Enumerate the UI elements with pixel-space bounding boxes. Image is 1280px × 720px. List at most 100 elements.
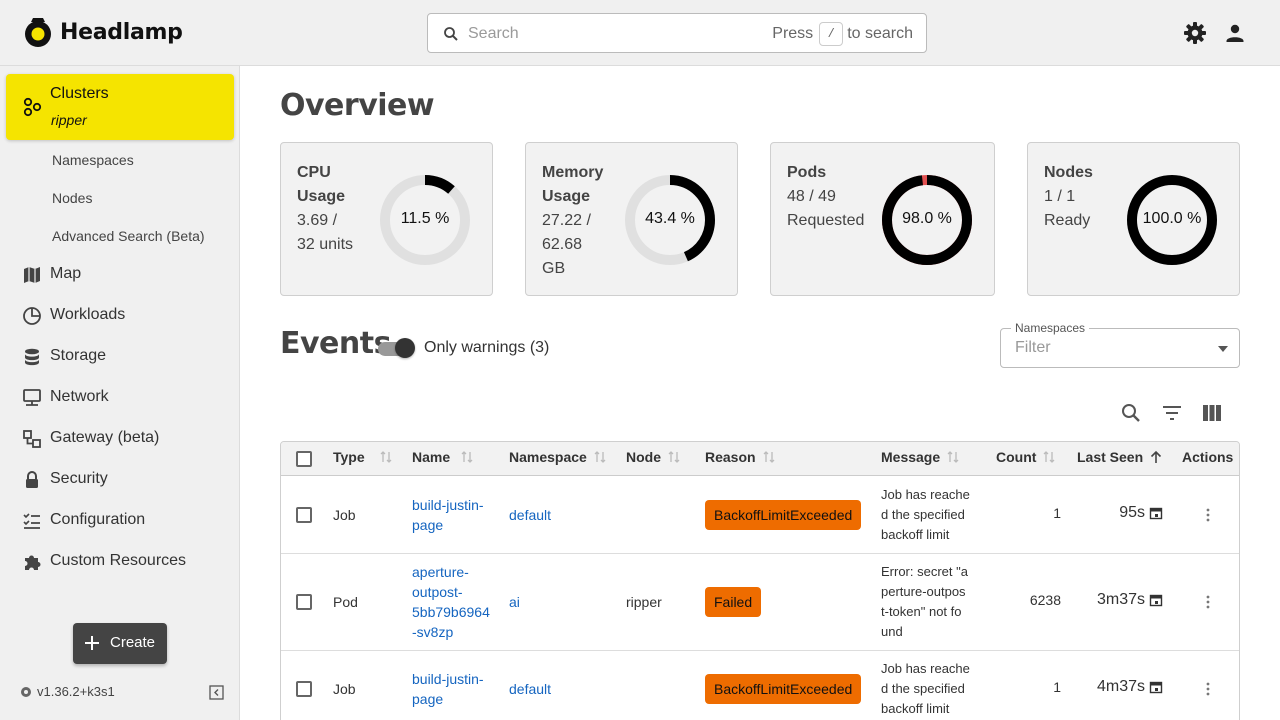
only-warnings-toggle[interactable] bbox=[378, 337, 416, 359]
table-row: Job build-justin- page default BackoffLi… bbox=[281, 477, 1239, 554]
event-count: 6238 bbox=[1029, 592, 1061, 608]
column-header-reason[interactable]: Reason bbox=[705, 449, 776, 465]
message-line: backoff limit bbox=[881, 527, 950, 542]
event-namespace-link[interactable]: ai bbox=[509, 592, 520, 612]
column-header-node[interactable]: Node bbox=[626, 449, 681, 465]
event-name-link[interactable]: build-justin- page bbox=[412, 495, 484, 535]
card-title-line: Pods bbox=[787, 164, 827, 181]
column-header-namespace[interactable]: Namespace bbox=[509, 449, 607, 465]
column-label: Last Seen bbox=[1077, 449, 1144, 465]
sidebar: Clusters ripper Namespaces Nodes Advance… bbox=[0, 66, 240, 720]
sort-icon bbox=[763, 451, 775, 463]
version-info: v1.36.2+k3s1 bbox=[20, 684, 115, 699]
column-header-name[interactable]: Name bbox=[412, 449, 474, 465]
column-header-count[interactable]: Count bbox=[996, 449, 1056, 465]
headlamp-logo-icon bbox=[25, 18, 51, 47]
event-name-link[interactable]: build-justin- page bbox=[412, 669, 484, 709]
card-title-line: Nodes bbox=[1044, 164, 1093, 181]
reason-badge: BackoffLimitExceeded bbox=[705, 674, 862, 704]
column-label: Reason bbox=[705, 449, 756, 465]
event-namespace-link[interactable]: default bbox=[509, 505, 551, 525]
select-all-checkbox[interactable] bbox=[296, 451, 312, 467]
sidebar-item-label: Configuration bbox=[50, 511, 146, 528]
reason-badge: Failed bbox=[705, 587, 762, 617]
map-icon bbox=[24, 267, 40, 283]
search-input[interactable] bbox=[468, 22, 758, 46]
column-header-last-seen[interactable]: Last Seen bbox=[1077, 449, 1163, 465]
gateway-icon bbox=[23, 430, 41, 448]
row-checkbox[interactable] bbox=[296, 594, 312, 610]
cluster-name: ripper bbox=[51, 112, 87, 128]
events-table: Type Name Namespace Node Reason Message … bbox=[280, 441, 1240, 720]
column-header-type[interactable]: Type bbox=[333, 449, 393, 465]
sidebar-item-configuration[interactable]: Configuration bbox=[0, 503, 238, 539]
sort-icon bbox=[1043, 451, 1055, 463]
app-name: Headlamp bbox=[60, 19, 183, 45]
name-line: page bbox=[412, 517, 444, 533]
column-header-message[interactable]: Message bbox=[881, 449, 960, 465]
cpu-usage-card: CPU Usage 3.69 / 32 units 11.5 % bbox=[280, 142, 493, 296]
sidebar-item-workloads[interactable]: Workloads bbox=[0, 298, 238, 334]
sidebar-item-namespaces[interactable]: Namespaces bbox=[52, 152, 134, 168]
column-label: Namespace bbox=[509, 449, 587, 465]
sidebar-item-security[interactable]: Security bbox=[0, 462, 238, 498]
sidebar-item-label: Network bbox=[50, 388, 109, 405]
row-checkbox[interactable] bbox=[296, 507, 312, 523]
columns-icon[interactable] bbox=[1200, 401, 1224, 425]
network-icon bbox=[23, 389, 41, 406]
row-actions-kebab-icon[interactable] bbox=[1200, 681, 1216, 697]
message-line: backoff limit bbox=[881, 701, 950, 716]
cpu-percent-label: 11.5 % bbox=[400, 210, 450, 227]
card-value: 3.69 / 32 units bbox=[297, 209, 353, 257]
column-header-actions: Actions bbox=[1182, 449, 1233, 465]
headlamp-logo[interactable]: Headlamp bbox=[24, 16, 183, 48]
card-title: Pods bbox=[787, 161, 826, 185]
main-content: Overview CPU Usage 3.69 / 32 units 11.5 … bbox=[240, 66, 1280, 720]
last-seen: 95s bbox=[1119, 504, 1163, 522]
reason-badge: BackoffLimitExceeded bbox=[705, 500, 862, 530]
column-label: Name bbox=[412, 449, 451, 465]
event-type: Job bbox=[333, 507, 356, 523]
sidebar-item-advanced-search[interactable]: Advanced Search (Beta) bbox=[52, 228, 205, 244]
sidebar-item-storage[interactable]: Storage bbox=[0, 339, 238, 375]
user-account-icon[interactable] bbox=[1223, 21, 1247, 45]
sidebar-item-network[interactable]: Network bbox=[0, 380, 238, 416]
sidebar-item-custom-resources[interactable]: Custom Resources bbox=[0, 544, 238, 580]
top-bar: Headlamp Press / to search bbox=[0, 0, 1280, 66]
settings-gear-icon[interactable] bbox=[1183, 21, 1207, 45]
only-warnings-label[interactable]: Only warnings (3) bbox=[424, 339, 549, 357]
search-bar[interactable]: Press / to search bbox=[427, 13, 927, 53]
collapse-sidebar-icon[interactable] bbox=[209, 685, 224, 700]
sidebar-item-map[interactable]: Map bbox=[0, 257, 238, 293]
row-checkbox[interactable] bbox=[296, 681, 312, 697]
sidebar-item-gateway[interactable]: Gateway (beta) bbox=[0, 421, 238, 457]
pods-card: Pods 48 / 49 Requested 98.0 % bbox=[770, 142, 995, 296]
name-line: outpost- bbox=[412, 584, 463, 600]
plus-icon bbox=[85, 636, 99, 650]
event-count: 1 bbox=[1053, 505, 1061, 521]
nodes-card: Nodes 1 / 1 Ready 100.0 % bbox=[1027, 142, 1240, 296]
create-button[interactable]: Create bbox=[73, 623, 167, 664]
namespaces-filter-select[interactable]: Namespaces Filter bbox=[1000, 321, 1240, 368]
filter-icon[interactable] bbox=[1160, 401, 1184, 425]
event-namespace-link[interactable]: default bbox=[509, 679, 551, 699]
search-shortcut-hint: Press / to search bbox=[772, 22, 913, 46]
column-label: Node bbox=[626, 449, 661, 465]
sort-icon bbox=[947, 451, 959, 463]
table-search-icon[interactable] bbox=[1119, 401, 1143, 425]
event-name-link[interactable]: aperture- outpost- 5bb79b6964 -sv8zp bbox=[412, 562, 490, 642]
version-text: v1.36.2+k3s1 bbox=[37, 684, 115, 699]
table-row: Pod aperture- outpost- 5bb79b6964 -sv8zp… bbox=[281, 554, 1239, 651]
table-header: Type Name Namespace Node Reason Message … bbox=[281, 442, 1239, 476]
row-actions-kebab-icon[interactable] bbox=[1200, 507, 1216, 523]
lock-icon bbox=[26, 471, 38, 488]
event-type: Job bbox=[333, 681, 356, 697]
sidebar-item-nodes[interactable]: Nodes bbox=[52, 190, 92, 206]
message-line: t-token" not fo bbox=[881, 604, 962, 619]
sidebar-item-clusters[interactable]: Clusters ripper bbox=[6, 74, 234, 140]
namespaces-filter-placeholder: Filter bbox=[1015, 339, 1051, 356]
row-actions-kebab-icon[interactable] bbox=[1200, 594, 1216, 610]
sidebar-item-label: Gateway (beta) bbox=[50, 429, 160, 446]
card-value: 1 / 1 Ready bbox=[1044, 185, 1090, 233]
message-line: Job has reache bbox=[881, 487, 970, 502]
